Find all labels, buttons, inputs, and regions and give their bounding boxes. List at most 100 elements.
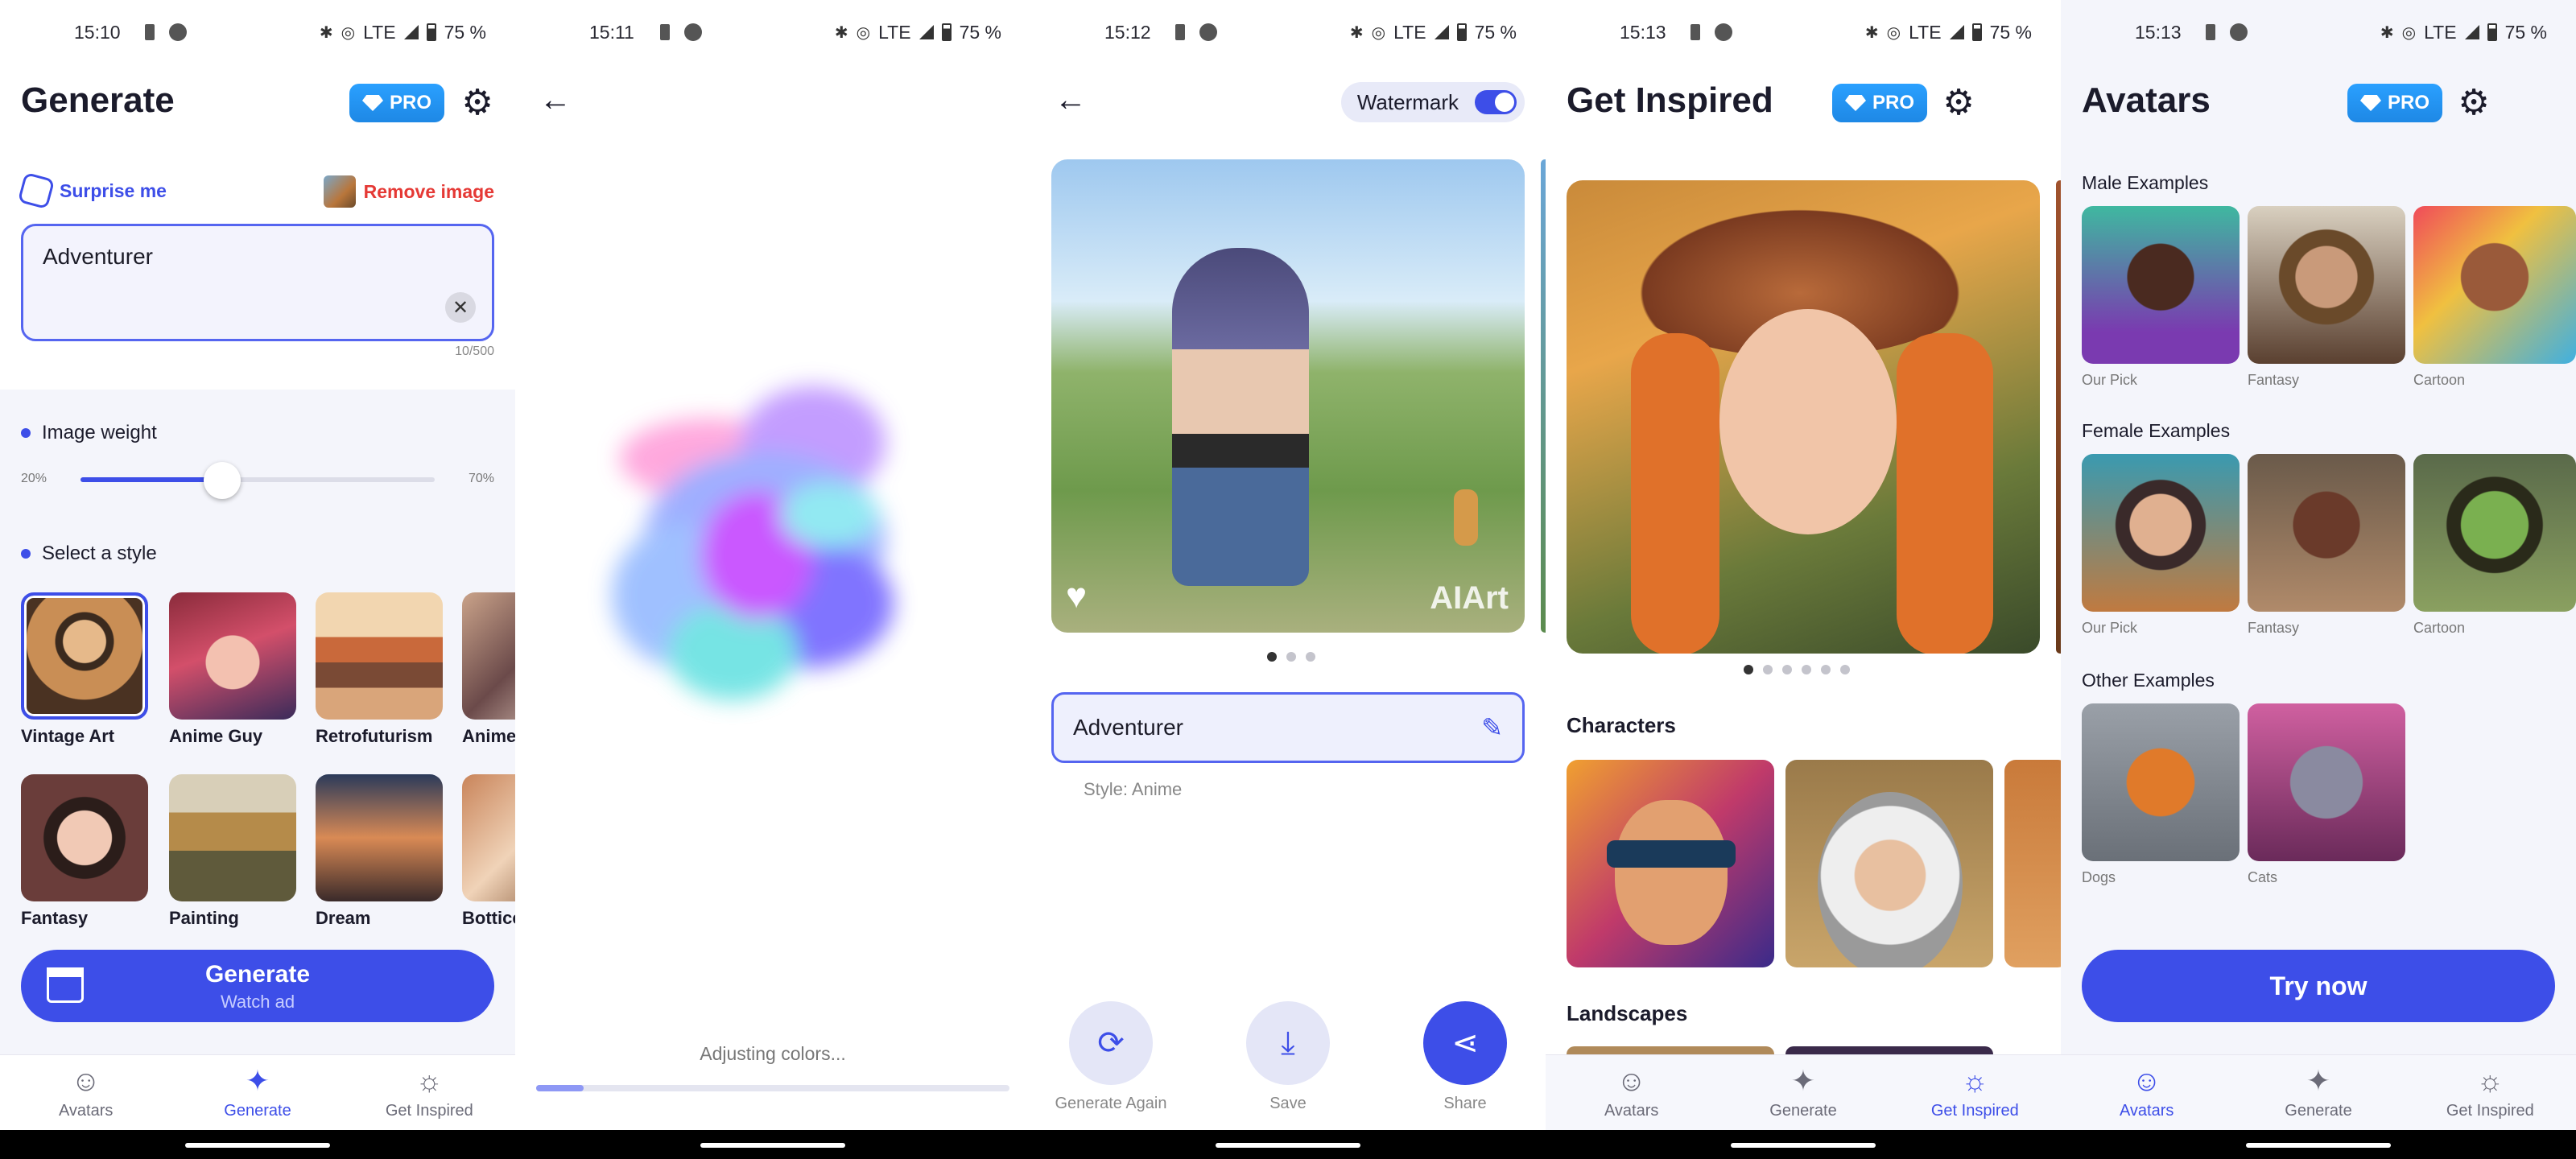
diamond-icon — [2360, 95, 2381, 111]
lightbulb-icon: ☼ — [415, 1064, 443, 1097]
settings-gear-icon[interactable]: ⚙ — [1940, 83, 1977, 122]
network-label: LTE — [2424, 21, 2457, 43]
characters-heading: Characters — [1567, 713, 1676, 737]
hotspot-icon: ◎ — [2401, 23, 2417, 42]
clear-icon[interactable]: ✕ — [445, 292, 476, 323]
style-painting[interactable]: Painting — [169, 774, 296, 929]
watermark-text: AIArt — [1430, 580, 1509, 616]
status-bar: 15:13 ✱ ◎ LTE 75 % — [2061, 0, 2576, 64]
featured-image[interactable] — [1567, 180, 2040, 654]
screen-generate: 15:10 ✱ ◎ LTE 75 % Generate PRO ⚙ Surprise … — [0, 0, 515, 1159]
reference-image-thumbnail — [323, 175, 356, 208]
sim-icon — [1690, 24, 1700, 40]
home-indicator — [0, 1130, 515, 1159]
status-time: 15:11 — [589, 21, 634, 43]
style-dream[interactable]: Dream — [316, 774, 443, 929]
slider-handle[interactable] — [204, 462, 241, 499]
lightbulb-icon: ☼ — [2476, 1064, 2504, 1097]
remove-image-button[interactable]: Remove image — [323, 175, 494, 208]
battery-icon — [426, 23, 436, 41]
avatar-female-cartoon[interactable] — [2413, 454, 2576, 612]
character-card-peek[interactable] — [2004, 760, 2061, 967]
avatar-female-fantasy[interactable] — [2248, 454, 2405, 612]
character-card[interactable] — [1567, 760, 1774, 967]
style-anime-guy[interactable]: Anime Guy — [169, 592, 296, 747]
style-label: Painting — [169, 908, 239, 928]
nav-get-inspired[interactable]: ☼ Get Inspired — [344, 1055, 515, 1130]
nav-avatars[interactable]: ☺ Avatars — [0, 1055, 171, 1130]
battery-level: 75 % — [1989, 21, 2032, 43]
magic-wand-icon: ✦ — [1790, 1064, 1816, 1097]
edit-pencil-icon[interactable]: ✎ — [1481, 712, 1503, 743]
save-button[interactable]: ⤓ Save — [1246, 1001, 1330, 1113]
battery-level: 75 % — [444, 21, 486, 43]
notification-icon — [2230, 23, 2248, 41]
astronaut-helmet-shape — [1818, 792, 1963, 967]
avatar-male-our-pick[interactable] — [2082, 206, 2240, 364]
style-anime[interactable]: Anime — [462, 592, 515, 747]
bottom-nav: ☺ Avatars ✦ Generate ☼ Get Inspired — [2061, 1054, 2576, 1130]
status-time: 15:13 — [2135, 21, 2182, 43]
nav-generate[interactable]: ✦ Generate — [171, 1055, 343, 1130]
avatar-male-cartoon[interactable] — [2413, 206, 2576, 364]
prompt-input[interactable]: Adventurer ✕ — [21, 224, 494, 341]
try-now-button[interactable]: Try now — [2082, 950, 2555, 1022]
style-label: Dream — [316, 908, 371, 928]
nav-get-inspired[interactable]: ☼ Get Inspired — [2405, 1055, 2576, 1130]
prompt-display-field[interactable]: Adventurer ✎ — [1051, 692, 1525, 763]
style-botticelli[interactable]: Botticelli — [462, 774, 515, 929]
bottom-nav: ☺ Avatars ✦ Generate ☼ Get Inspired — [1546, 1054, 2061, 1130]
favorite-heart-icon[interactable]: ♥ — [1066, 576, 1087, 617]
pro-button[interactable]: PRO — [2347, 84, 2443, 122]
watermark-toggle-pill[interactable]: Watermark — [1340, 82, 1525, 122]
nav-avatars[interactable]: ☺ Avatars — [2061, 1055, 2232, 1130]
generate-button[interactable]: Generate Watch ad — [21, 950, 494, 1022]
pro-label: PRO — [2388, 92, 2430, 113]
remove-image-label: Remove image — [363, 180, 494, 202]
notification-icon — [684, 23, 702, 41]
avatar-other-cats[interactable] — [2248, 703, 2405, 861]
character-card[interactable] — [1785, 760, 1993, 967]
battery-icon — [1971, 23, 1982, 41]
refresh-icon: ⟳ — [1069, 1001, 1153, 1085]
share-button[interactable]: ⋖ Share — [1423, 1001, 1507, 1113]
nav-get-inspired[interactable]: ☼ Get Inspired — [1889, 1055, 2061, 1130]
female-examples-heading: Female Examples — [2082, 420, 2231, 441]
back-arrow-icon[interactable]: ← — [1055, 82, 1087, 118]
character-face-shape — [1615, 800, 1728, 945]
pro-button[interactable]: PRO — [1832, 84, 1928, 122]
battery-icon — [2487, 23, 2497, 41]
status-time: 15:13 — [1620, 21, 1666, 43]
screen-avatars: 15:13 ✱ ◎ LTE 75 % Avatars PRO ⚙ Male Examp… — [2061, 0, 2576, 1159]
avatar-label: Our Pick — [2082, 372, 2138, 388]
back-arrow-icon[interactable]: ← — [539, 82, 572, 118]
image-weight-slider[interactable] — [80, 477, 435, 482]
style-fantasy[interactable]: Fantasy — [21, 774, 148, 929]
settings-gear-icon[interactable]: ⚙ — [2455, 83, 2492, 122]
nav-generate[interactable]: ✦ Generate — [1717, 1055, 1889, 1130]
battery-level: 75 % — [2504, 21, 2547, 43]
generated-image[interactable]: ♥ AIArt — [1051, 159, 1525, 633]
face-shape — [1719, 309, 1897, 534]
generate-button-label: Generate — [204, 961, 311, 988]
network-label: LTE — [878, 21, 911, 43]
style-label: Vintage Art — [21, 726, 115, 746]
style-retrofuturism[interactable]: Retrofuturism — [316, 592, 443, 747]
generate-again-button[interactable]: ⟳ Generate Again — [1055, 1001, 1167, 1113]
screen-progress: 15:11 ✱ ◎ LTE 75 % ← Adjusting colors... — [515, 0, 1030, 1159]
nav-generate[interactable]: ✦ Generate — [2232, 1055, 2404, 1130]
bluetooth-icon: ✱ — [834, 23, 848, 42]
avatar-female-our-pick[interactable] — [2082, 454, 2240, 612]
avatar-male-fantasy[interactable] — [2248, 206, 2405, 364]
pro-button[interactable]: PRO — [349, 84, 445, 122]
network-label: LTE — [363, 21, 396, 43]
surprise-me-button[interactable]: Surprise me — [17, 171, 167, 210]
avatar-other-dogs[interactable] — [2082, 703, 2240, 861]
settings-gear-icon[interactable]: ⚙ — [459, 83, 496, 122]
watermark-toggle[interactable] — [1475, 90, 1517, 114]
signal-icon — [919, 25, 934, 39]
style-vintage-art[interactable]: Vintage Art — [21, 592, 148, 747]
nav-avatars[interactable]: ☺ Avatars — [1546, 1055, 1717, 1130]
weight-max-label: 70% — [468, 472, 494, 485]
notification-icon — [169, 23, 187, 41]
